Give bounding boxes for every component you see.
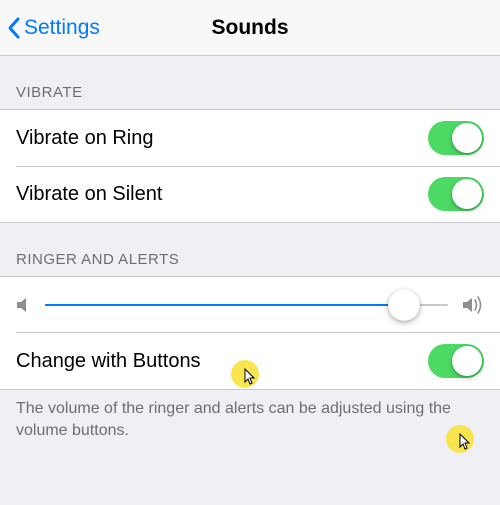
row-ringer-volume <box>0 277 500 333</box>
label-vibrate-on-silent: Vibrate on Silent <box>16 183 162 206</box>
ringer-volume-slider[interactable] <box>45 288 448 322</box>
label-vibrate-on-ring: Vibrate on Ring <box>16 127 154 150</box>
row-vibrate-on-silent: Vibrate on Silent <box>0 166 500 222</box>
section-header-vibrate: Vibrate <box>0 56 500 109</box>
group-ringer: Change with Buttons <box>0 276 500 390</box>
chevron-left-icon <box>6 16 22 40</box>
toggle-change-with-buttons[interactable] <box>428 344 484 378</box>
toggle-vibrate-on-ring[interactable] <box>428 121 484 155</box>
slider-thumb[interactable] <box>388 289 420 321</box>
row-vibrate-on-ring: Vibrate on Ring <box>0 110 500 166</box>
navbar: Settings Sounds <box>0 0 500 56</box>
volume-low-icon <box>16 296 31 314</box>
footer-ringer: The volume of the ringer and alerts can … <box>0 390 500 453</box>
section-header-ringer: Ringer and Alerts <box>0 223 500 276</box>
back-label: Settings <box>24 16 100 40</box>
back-button[interactable]: Settings <box>6 0 100 55</box>
label-change-with-buttons: Change with Buttons <box>16 350 201 373</box>
toggle-vibrate-on-silent[interactable] <box>428 177 484 211</box>
volume-high-icon <box>462 296 484 314</box>
group-vibrate: Vibrate on Ring Vibrate on Silent <box>0 109 500 223</box>
row-change-with-buttons: Change with Buttons <box>0 333 500 389</box>
